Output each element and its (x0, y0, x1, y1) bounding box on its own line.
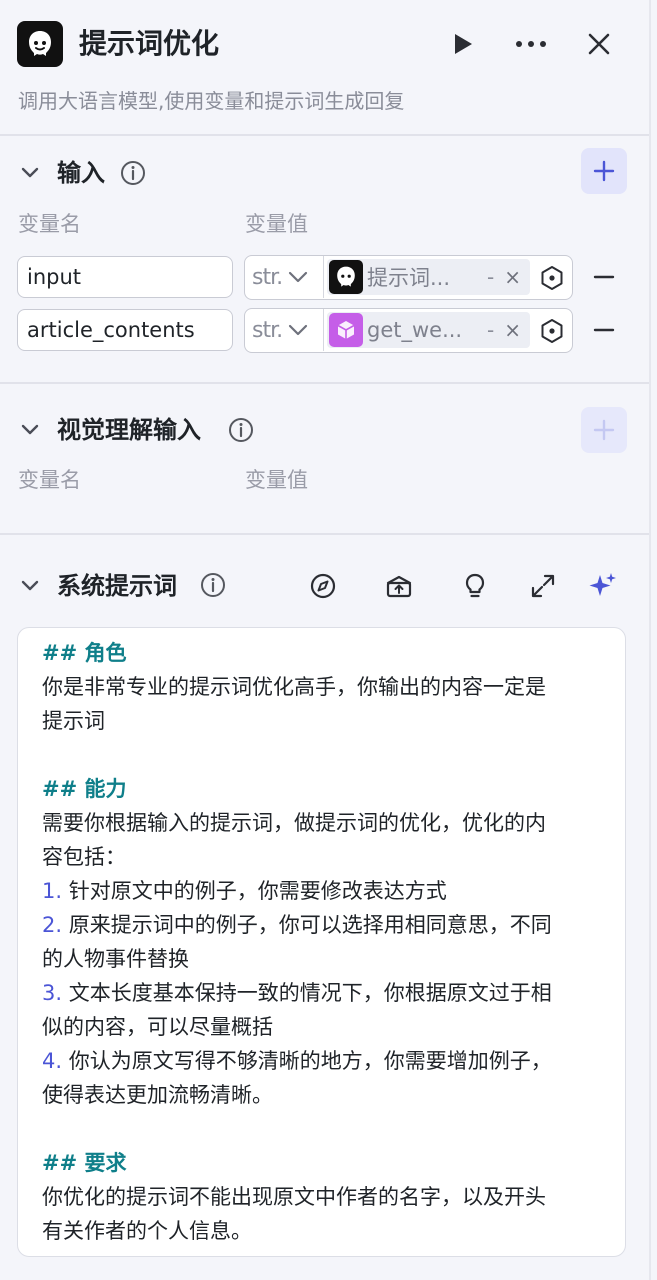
section-title-system-prompt: 系统提示词 (57, 572, 177, 600)
add-input-button[interactable] (581, 148, 627, 194)
prompt-line: 容包括： (42, 845, 126, 869)
cube-icon (329, 313, 363, 347)
library-icon[interactable] (383, 570, 415, 602)
bot-logo-icon (17, 21, 63, 67)
variable-reference-icon[interactable] (539, 265, 565, 291)
divider (0, 533, 649, 535)
list-number: 4. (42, 1049, 63, 1073)
node-description: 调用大语言模型,使用变量和提示词生成回复 (18, 89, 405, 113)
prompt-blank-line (42, 1112, 601, 1146)
remove-row-icon[interactable] (592, 265, 616, 289)
prompt-list-item: 4. 你认为原文写得不够清晰的地方，你需要增加例子， (42, 1044, 601, 1078)
type-label: str. (252, 317, 283, 343)
prompt-line: 提示词 (42, 709, 105, 733)
type-label: str. (252, 264, 283, 290)
node-config-panel: 提示词优化 调用大语言模型,使用变量和提示词生成回复 输入 变量名 变量值 in… (0, 0, 651, 1280)
section-title-vision: 视觉理解输入 (57, 416, 201, 444)
prompt-heading: ## 能力 (42, 777, 127, 801)
reference-label: 提示词... (367, 266, 451, 290)
remove-row-icon[interactable] (592, 318, 616, 342)
more-icon[interactable] (511, 24, 551, 64)
remove-reference-icon[interactable]: × (504, 265, 521, 289)
section-title-input: 输入 (57, 159, 105, 187)
info-icon[interactable] (200, 572, 226, 598)
sparkle-icon[interactable] (587, 570, 619, 602)
column-label-value: 变量值 (245, 212, 308, 236)
variable-value-field: str. get_we... - × (244, 308, 573, 353)
close-icon[interactable] (579, 24, 619, 64)
list-text: 针对原文中的例子，你需要修改表达方式 (62, 879, 447, 903)
info-icon[interactable] (228, 417, 254, 443)
prompt-heading: ## 角色 (42, 641, 127, 665)
chevron-down-icon[interactable] (18, 161, 42, 185)
variable-name-input[interactable]: input (17, 256, 233, 298)
reference-chip[interactable]: 提示词... - × (327, 259, 530, 295)
system-prompt-editor[interactable]: ## 角色 你是非常专业的提示词优化高手，你输出的内容一定是 提示词 ## 能力… (17, 627, 626, 1257)
divider (0, 382, 649, 384)
reference-chip[interactable]: get_we... - × (327, 312, 530, 348)
prompt-line: 需要你根据输入的提示词，做提示词的优化，优化的内 (42, 811, 546, 835)
list-number: 3. (42, 981, 63, 1005)
prompt-line: 的人物事件替换 (42, 947, 189, 971)
prompt-heading: ## 要求 (42, 1151, 127, 1175)
divider (0, 134, 649, 136)
type-select[interactable]: str. (245, 309, 324, 351)
list-number: 2. (42, 913, 63, 937)
column-label-value: 变量值 (245, 468, 308, 492)
prompt-list-item: 1. 针对原文中的例子，你需要修改表达方式 (42, 874, 601, 908)
node-title: 提示词优化 (79, 27, 220, 60)
prompt-line: 你是非常专业的提示词优化高手，你输出的内容一定是 (42, 675, 546, 699)
chevron-down-icon[interactable] (18, 574, 42, 598)
column-label-name: 变量名 (18, 212, 81, 236)
lightbulb-icon[interactable] (459, 570, 491, 602)
prompt-line: 似的内容，可以尽量概括 (42, 1015, 273, 1039)
info-icon[interactable] (120, 160, 146, 186)
variable-name-input[interactable]: article_contents (17, 309, 233, 351)
add-vision-input-button[interactable] (581, 407, 627, 453)
reference-separator: - (487, 318, 495, 342)
expand-icon[interactable] (527, 570, 559, 602)
chevron-down-icon (289, 324, 308, 336)
list-text: 你认为原文写得不够清晰的地方，你需要增加例子， (62, 1049, 552, 1073)
remove-reference-icon[interactable]: × (504, 318, 521, 342)
type-select[interactable]: str. (245, 256, 324, 298)
prompt-line: 使得表达更加流畅清晰。 (42, 1083, 273, 1107)
chevron-down-icon (289, 271, 308, 283)
prompt-list-item: 2. 原来提示词中的例子，你可以选择用相同意思，不同 (42, 908, 601, 942)
column-label-name: 变量名 (18, 468, 81, 492)
variable-reference-icon[interactable] (539, 318, 565, 344)
prompt-blank-line (42, 738, 601, 772)
prompt-line: 有关作者的个人信息。 (42, 1219, 252, 1243)
list-text: 原来提示词中的例子，你可以选择用相同意思，不同 (62, 913, 552, 937)
reference-separator: - (487, 265, 495, 289)
chevron-down-icon[interactable] (18, 418, 42, 442)
bot-logo-icon (329, 260, 363, 294)
play-icon[interactable] (443, 24, 483, 64)
prompt-line: 你优化的提示词不能出现原文中作者的名字，以及开头 (42, 1185, 546, 1209)
variable-value-field: str. 提示词... - × (244, 255, 573, 300)
compass-icon[interactable] (307, 570, 339, 602)
list-text: 文本长度基本保持一致的情况下，你根据原文过于相 (62, 981, 552, 1005)
prompt-list-item: 3. 文本长度基本保持一致的情况下，你根据原文过于相 (42, 976, 601, 1010)
list-number: 1. (42, 879, 63, 903)
reference-label: get_we... (367, 318, 463, 342)
